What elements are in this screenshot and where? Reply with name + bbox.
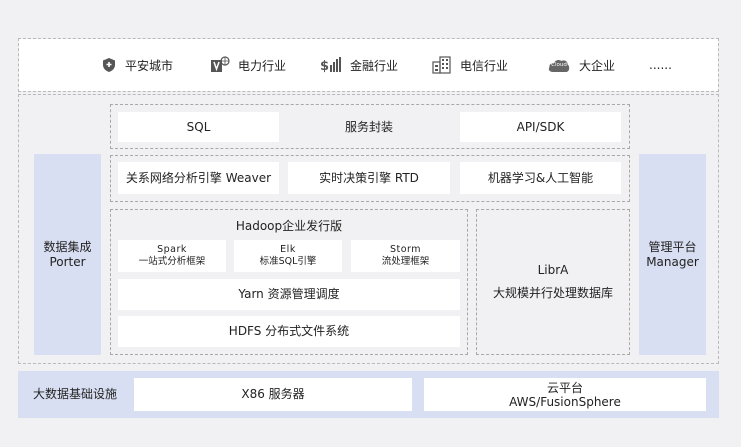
sql-box: SQL — [118, 112, 279, 142]
cloud-platform-box: 云平台 AWS/FusionSphere — [424, 378, 706, 411]
industry-bar: 平安城市 电力行业 $ 金融行业 电信行业 Cloud 大企业 ...... — [19, 39, 718, 91]
component-name: Spark — [157, 244, 187, 255]
industry-label: 平安城市 — [125, 58, 174, 73]
yarn-box: Yarn 资源管理调度 — [118, 279, 460, 310]
panel-title: 数据集成 — [43, 239, 92, 254]
component-desc: 一站式分析框架 — [138, 256, 206, 267]
storm-box: Storm 流处理框架 — [351, 240, 460, 272]
cloud-platform-title: 云平台 — [546, 380, 583, 395]
component-name: Storm — [389, 244, 422, 255]
component-desc: 标准SQL引擎 — [259, 256, 317, 267]
panel-subtitle: Porter — [49, 254, 86, 269]
industry-label: 电信行业 — [460, 58, 509, 73]
management-panel: 管理平台 Manager — [639, 154, 706, 355]
panel-subtitle: Manager — [646, 254, 699, 269]
panel-title: 管理平台 — [648, 239, 697, 254]
industry-enterprise: Cloud 大企业 — [547, 57, 615, 74]
power-icon — [210, 56, 230, 74]
cloud-platform-subtitle: AWS/FusionSphere — [509, 394, 621, 409]
industry-more: ...... — [649, 58, 672, 72]
finance-icon: $ — [320, 56, 342, 74]
industry-section: 平安城市 电力行业 $ 金融行业 电信行业 Cloud 大企业 ...... — [18, 38, 719, 92]
ml-ai-box: 机器学习&人工智能 — [460, 162, 621, 194]
industry-telecom: 电信行业 — [432, 56, 508, 74]
hadoop-title: Hadoop企业发行版 — [235, 218, 343, 233]
service-encapsulation-label: 服务封装 — [344, 119, 393, 134]
weaver-box: 关系网络分析引擎 Weaver — [118, 162, 279, 194]
industry-finance: $ 金融行业 — [320, 56, 398, 74]
svg-text:$: $ — [320, 59, 329, 74]
libra-name: LibrA — [537, 263, 569, 277]
industry-power: 电力行业 — [210, 56, 286, 74]
industry-label: 电力行业 — [238, 58, 287, 73]
libra-desc: 大规模并行处理数据库 — [492, 286, 613, 300]
shield-icon — [101, 57, 117, 73]
cloud-icon-text: Cloud — [551, 62, 567, 68]
component-desc: 流处理框架 — [381, 256, 430, 267]
industry-safe-city: 平安城市 — [101, 57, 173, 74]
industry-label: ...... — [649, 58, 672, 72]
elk-box: Elk 标准SQL引擎 — [234, 240, 342, 272]
spark-box: Spark 一站式分析框架 — [118, 240, 226, 272]
building-icon — [432, 56, 452, 74]
api-sdk-box: API/SDK — [460, 112, 621, 142]
industry-label: 大企业 — [579, 58, 616, 73]
data-integration-panel: 数据集成 Porter — [34, 154, 101, 355]
rtd-box: 实时决策引擎 RTD — [288, 162, 450, 194]
x86-server-box: X86 服务器 — [134, 378, 412, 411]
cloud-icon: Cloud — [547, 57, 571, 73]
libra-block: LibrA 大规模并行处理数据库 — [476, 209, 630, 355]
component-name: Elk — [280, 244, 296, 255]
hdfs-box: HDFS 分布式文件系统 — [118, 316, 460, 347]
industry-label: 金融行业 — [350, 58, 399, 73]
infrastructure-label: 大数据基础设施 — [32, 387, 117, 401]
